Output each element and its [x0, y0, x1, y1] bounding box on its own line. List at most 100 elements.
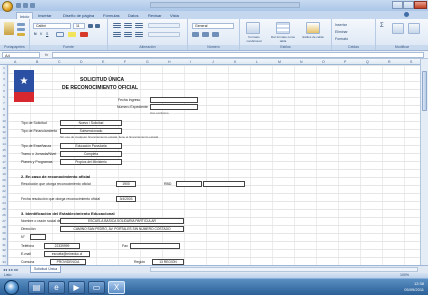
row-header[interactable]: 23	[0, 195, 8, 199]
delete-cells-button[interactable]: Eliminar	[335, 30, 348, 34]
align-middle-icon[interactable]	[124, 23, 132, 28]
font-color-icon[interactable]	[80, 32, 88, 37]
numero-calle-field[interactable]	[30, 234, 46, 240]
internet-explorer-icon[interactable]: e	[48, 281, 65, 294]
estab-name-field[interactable]: ESCUELA BASICA SOLIDARIA PARTICULAR	[60, 218, 184, 224]
explorer-icon[interactable]: ▤	[28, 281, 45, 294]
fx-icon[interactable]: fx	[45, 52, 48, 58]
row-header[interactable]: 13	[0, 136, 8, 140]
format-as-table-icon[interactable]	[276, 22, 290, 34]
row-header[interactable]: 31	[0, 243, 8, 247]
jornada-field[interactable]: Completa	[60, 151, 122, 157]
copy-icon[interactable]	[17, 28, 25, 31]
close-button[interactable]	[414, 1, 427, 9]
tab-formulas[interactable]: Fórmulas	[103, 12, 120, 19]
maximize-button[interactable]	[403, 1, 414, 9]
cut-icon[interactable]	[17, 23, 25, 26]
cell-styles-label[interactable]: Estilos de celda	[300, 35, 326, 39]
tab-datos[interactable]: Datos	[128, 12, 138, 19]
underline-icon[interactable]: S	[46, 32, 48, 36]
row-header[interactable]: 18	[0, 166, 8, 170]
align-center-icon[interactable]	[124, 32, 132, 37]
fill-color-icon[interactable]	[68, 32, 76, 37]
tab-vista[interactable]: Vista	[170, 12, 179, 19]
sheet-nav-arrows-icon[interactable]: ◂◂ ◂ ▸ ▸▸	[3, 267, 18, 272]
row-header[interactable]: 19	[0, 172, 8, 176]
italic-icon[interactable]: K	[40, 32, 42, 36]
row-header[interactable]: 32	[0, 248, 8, 252]
percent-icon[interactable]	[202, 32, 209, 37]
excel-icon[interactable]: X	[108, 281, 125, 294]
bold-icon[interactable]: N	[34, 32, 37, 36]
row-header[interactable]: 3	[0, 77, 8, 81]
resolucion-field[interactable]: 1900	[116, 181, 136, 187]
row-header[interactable]: 15	[0, 148, 8, 152]
row-header[interactable]: 16	[0, 154, 8, 158]
row-header[interactable]: 4	[0, 83, 8, 87]
clock-date[interactable]: 05/09/2011	[404, 287, 424, 293]
undo-icon[interactable]	[23, 3, 28, 8]
row-header[interactable]: 11	[0, 125, 8, 129]
format-cells-button[interactable]: Formato	[335, 37, 348, 41]
shrink-font-icon[interactable]	[95, 24, 100, 28]
email-field[interactable]: escuela@mineduc.cl	[44, 251, 90, 257]
direccion-field[interactable]: CAMINO SAN PEDRO, AV. PORTALES SIN NÚMER…	[60, 226, 184, 232]
sort-filter-icon[interactable]	[392, 23, 404, 34]
tipo-ensenanza-field[interactable]: Educación Parvularia	[60, 143, 122, 149]
row-header[interactable]: 9	[0, 113, 8, 117]
align-left-icon[interactable]	[113, 32, 121, 37]
start-button[interactable]	[4, 280, 19, 295]
minimize-button[interactable]	[392, 1, 403, 9]
row-header[interactable]: 25	[0, 207, 8, 211]
format-as-table-label[interactable]: Dar formato como tabla	[270, 35, 296, 43]
planes-field[interactable]: Propios del Ministerio	[60, 159, 122, 165]
currency-icon[interactable]	[192, 32, 199, 37]
row-header[interactable]: 26	[0, 213, 8, 217]
name-box[interactable]: A4	[2, 52, 40, 58]
grow-font-icon[interactable]	[88, 24, 93, 28]
row-header[interactable]: 7	[0, 101, 8, 105]
row-header[interactable]: 6	[0, 95, 8, 99]
tipo-financiamiento-field[interactable]: Subvencionado	[60, 128, 122, 134]
help-icon[interactable]	[404, 12, 409, 17]
borders-icon[interactable]	[56, 32, 64, 37]
tab-revisar[interactable]: Revisar	[148, 12, 162, 19]
align-top-icon[interactable]	[113, 23, 121, 28]
redo-icon[interactable]	[30, 3, 35, 8]
horizontal-scrollbar[interactable]	[150, 267, 418, 272]
autosum-icon[interactable]: Σ	[380, 23, 384, 29]
row-header[interactable]: 1	[0, 66, 8, 70]
find-select-icon[interactable]	[408, 23, 420, 34]
font-name-select[interactable]: Calibri	[33, 23, 71, 29]
formula-input[interactable]	[52, 52, 424, 58]
row-header[interactable]: 10	[0, 119, 8, 123]
row-header[interactable]: 29	[0, 231, 8, 235]
tab-insertar[interactable]: Insertar	[38, 12, 52, 19]
cell-styles-icon[interactable]	[306, 22, 320, 34]
media-player-icon[interactable]: ▶	[68, 281, 85, 294]
paste-icon[interactable]	[4, 22, 14, 35]
rbd-field[interactable]	[176, 181, 202, 187]
row-header[interactable]: 2	[0, 71, 8, 75]
worksheet-grid[interactable]	[8, 65, 420, 265]
align-right-icon[interactable]	[135, 32, 143, 37]
row-header[interactable]: 27	[0, 219, 8, 223]
format-painter-icon[interactable]	[17, 33, 25, 36]
font-size-select[interactable]: 11	[73, 23, 85, 29]
merge-center-button[interactable]	[148, 32, 180, 37]
tab-inicio[interactable]: Inicio	[16, 12, 34, 19]
conditional-format-label[interactable]: Formato condicional	[242, 35, 266, 43]
row-header[interactable]: 21	[0, 184, 8, 188]
vertical-scrollbar[interactable]	[420, 59, 428, 265]
row-header[interactable]: 5	[0, 89, 8, 93]
save-icon[interactable]	[16, 3, 21, 8]
row-header[interactable]: 33	[0, 254, 8, 258]
tab-diseno[interactable]: Diseño de página	[63, 12, 94, 19]
sheet-tab[interactable]: Solicitud Única	[30, 266, 62, 273]
row-header[interactable]: 24	[0, 201, 8, 205]
fax-field[interactable]	[130, 243, 180, 249]
align-bottom-icon[interactable]	[135, 23, 143, 28]
row-header[interactable]: 17	[0, 160, 8, 164]
conditional-format-icon[interactable]	[246, 22, 260, 34]
row-header[interactable]: 12	[0, 130, 8, 134]
